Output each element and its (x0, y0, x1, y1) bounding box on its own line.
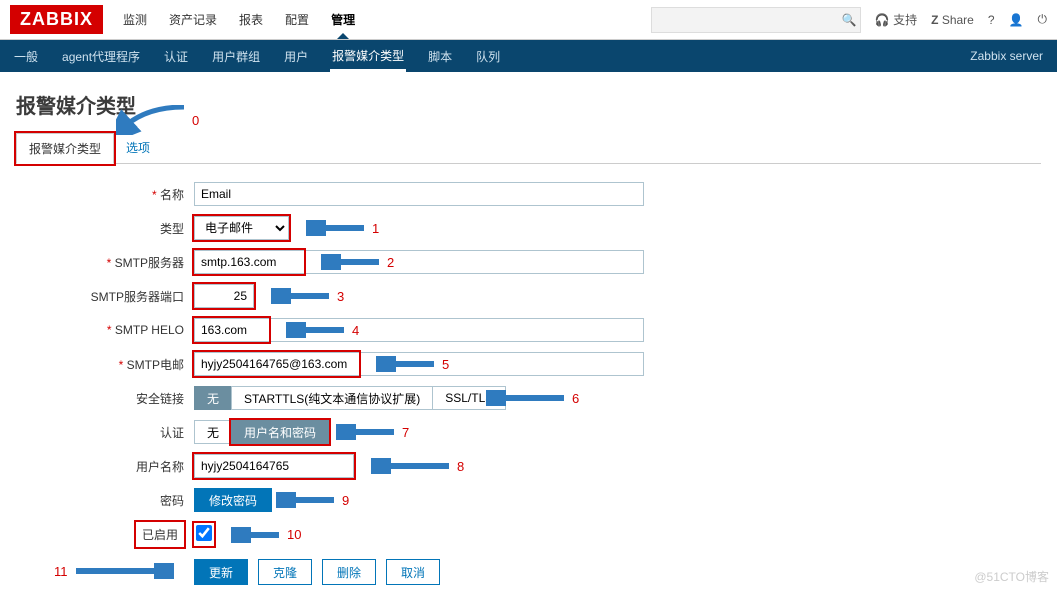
sub-users[interactable]: 用户 (282, 42, 310, 71)
nav-admin[interactable]: 管理 (329, 1, 357, 38)
smtp-server-label: SMTP服务器 (16, 254, 194, 271)
top-nav: 监测 资产记录 报表 配置 管理 (121, 1, 357, 38)
delete-button[interactable]: 删除 (322, 559, 376, 585)
secure-none[interactable]: 无 (194, 386, 232, 410)
secure-label: 安全链接 (16, 390, 194, 407)
smtp-email-input[interactable] (194, 352, 644, 376)
enabled-checkbox[interactable] (196, 525, 212, 541)
annotation-6: 6 (572, 391, 579, 406)
auth-userpass[interactable]: 用户名和密码 (231, 420, 329, 444)
sub-mediatypes[interactable]: 报警媒介类型 (330, 41, 406, 72)
auth-segment: 无 用户名和密码 (194, 420, 329, 444)
page: 报警媒介类型 报警媒介类型 选项 0 名称 类型 电子邮件 1 SMTP服务器 … (0, 72, 1057, 595)
smtp-port-label: SMTP服务器端口 (16, 288, 194, 305)
share-link[interactable]: Z Share (931, 13, 974, 27)
type-select[interactable]: 电子邮件 (194, 216, 289, 240)
smtp-server-input[interactable] (194, 250, 644, 274)
annotation-1: 1 (372, 221, 379, 236)
sub-usergroups[interactable]: 用户群组 (210, 42, 262, 71)
power-icon[interactable]: ⏻ (1038, 12, 1048, 27)
tab-options[interactable]: 选项 (114, 133, 162, 163)
auth-label: 认证 (16, 424, 194, 441)
sub-general[interactable]: 一般 (12, 42, 40, 71)
clone-button[interactable]: 克隆 (258, 559, 312, 585)
tabs: 报警媒介类型 选项 0 (16, 133, 1041, 164)
smtp-helo-input[interactable] (194, 318, 644, 342)
annotation-11: 11 (54, 564, 68, 579)
subbar: 一般 agent代理程序 认证 用户群组 用户 报警媒介类型 脚本 队列 Zab… (0, 40, 1057, 72)
topbar: ZABBIX 监测 资产记录 报表 配置 管理 🔍 🎧 支持 Z Share ?… (0, 0, 1057, 40)
search-input[interactable] (652, 13, 839, 27)
form: 名称 类型 电子邮件 1 SMTP服务器 2 SMTP服务器端口 3 SMTP … (16, 182, 776, 585)
annotation-3: 3 (337, 289, 344, 304)
secure-starttls[interactable]: STARTTLS(纯文本通信协议扩展) (231, 386, 433, 410)
search-icon[interactable]: 🔍 (838, 13, 859, 27)
smtp-email-label: SMTP电邮 (16, 356, 194, 373)
nav-config[interactable]: 配置 (283, 1, 311, 38)
smtp-port-input[interactable] (194, 284, 254, 308)
headset-icon: 🎧 (875, 13, 890, 27)
annotation-8: 8 (457, 459, 464, 474)
cancel-button[interactable]: 取消 (386, 559, 440, 585)
sub-scripts[interactable]: 脚本 (426, 42, 454, 71)
name-input[interactable] (194, 182, 644, 206)
sub-auth[interactable]: 认证 (162, 42, 190, 71)
user-input[interactable] (194, 454, 354, 478)
support-link[interactable]: 🎧 支持 (875, 11, 917, 28)
logo: ZABBIX (10, 5, 103, 34)
annotation-7: 7 (402, 425, 409, 440)
update-button[interactable]: 更新 (194, 559, 248, 585)
server-label: Zabbix server (968, 43, 1045, 69)
watermark: @51CTO博客 (974, 568, 1049, 585)
nav-inventory[interactable]: 资产记录 (167, 1, 219, 38)
enabled-label: 已启用 (16, 522, 194, 547)
pass-label: 密码 (16, 492, 194, 509)
secure-segment: 无 STARTTLS(纯文本通信协议扩展) SSL/TLS (194, 386, 506, 410)
name-label: 名称 (16, 186, 194, 203)
tab-mediatype[interactable]: 报警媒介类型 (16, 133, 114, 164)
top-right: 🔍 🎧 支持 Z Share ? 👤 ⏻ (651, 7, 1047, 33)
smtp-helo-label: SMTP HELO (16, 323, 194, 337)
sub-proxy[interactable]: agent代理程序 (60, 42, 142, 71)
page-title: 报警媒介类型 (16, 90, 1041, 119)
search-box[interactable]: 🔍 (651, 7, 861, 33)
user-icon[interactable]: 👤 (1009, 13, 1024, 27)
annotation-10: 10 (287, 527, 301, 542)
sub-queue[interactable]: 队列 (474, 42, 502, 71)
type-label: 类型 (16, 220, 194, 237)
nav-monitor[interactable]: 监测 (121, 1, 149, 38)
help-icon[interactable]: ? (988, 13, 995, 27)
nav-reports[interactable]: 报表 (237, 1, 265, 38)
user-label: 用户名称 (16, 458, 194, 475)
auth-none[interactable]: 无 (194, 420, 232, 444)
secure-ssltls[interactable]: SSL/TLS (432, 386, 506, 410)
annotation-9: 9 (342, 493, 349, 508)
change-password-button[interactable]: 修改密码 (194, 488, 272, 512)
